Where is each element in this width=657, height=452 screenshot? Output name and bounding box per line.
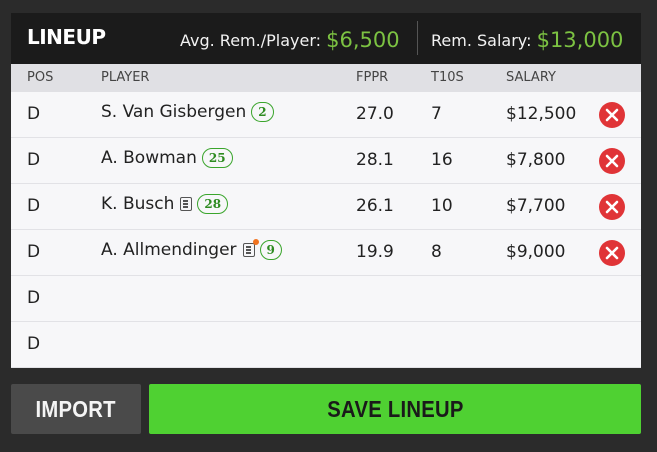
column-headers: POS PLAYER FPPR T10S SALARY: [11, 64, 641, 92]
lineup-row: D S. Van Gisbergen 2 27.0 7 $12,500: [11, 92, 641, 138]
lineup-row: D: [11, 322, 641, 368]
remaining-salary: Rem. Salary: $13,000: [431, 27, 624, 52]
row-salary: $7,800: [506, 150, 566, 170]
lineup-panel: LINEUP Avg. Rem./Player: $6,500 Rem. Sal…: [11, 13, 641, 368]
column-header-salary: SALARY: [506, 70, 556, 85]
car-number-badge: 28: [197, 194, 229, 214]
column-header-t10s: T10S: [431, 70, 464, 85]
row-position: D: [27, 334, 41, 354]
news-icon[interactable]: [180, 197, 193, 211]
row-salary: $12,500: [506, 104, 577, 124]
lineup-row: D K. Busch 28 26.1 10 $7,700: [11, 184, 641, 230]
save-lineup-button[interactable]: SAVE LINEUP: [149, 384, 641, 434]
player-name[interactable]: K. Busch: [101, 194, 174, 214]
row-position: D: [27, 150, 41, 170]
row-player[interactable]: A. Bowman 25: [101, 148, 233, 168]
lineup-row: D A. Allmendinger 9 19.9 8 $9,000: [11, 230, 641, 276]
save-lineup-button-label: SAVE LINEUP: [326, 395, 464, 422]
avg-remaining-value: $6,500: [326, 28, 400, 52]
car-number-badge: 25: [201, 148, 233, 168]
player-name[interactable]: A. Bowman: [101, 148, 197, 168]
row-position: D: [27, 104, 41, 124]
row-player[interactable]: K. Busch 28: [101, 194, 229, 214]
row-fppr: 26.1: [356, 196, 394, 216]
column-header-fppr: FPPR: [356, 70, 389, 85]
lineup-title: LINEUP: [27, 25, 106, 49]
news-alert-dot-icon: [252, 239, 259, 245]
remaining-salary-value: $13,000: [536, 28, 624, 52]
remove-player-icon[interactable]: [599, 102, 625, 128]
row-player[interactable]: A. Allmendinger 9: [101, 239, 282, 260]
remaining-salary-label: Rem. Salary:: [431, 31, 532, 50]
avg-remaining-per-player: Avg. Rem./Player: $6,500: [180, 27, 400, 52]
row-player[interactable]: S. Van Gisbergen 2: [101, 102, 274, 122]
lineup-header: LINEUP Avg. Rem./Player: $6,500 Rem. Sal…: [11, 13, 641, 64]
player-name[interactable]: A. Allmendinger: [101, 240, 237, 260]
header-divider: [417, 21, 418, 55]
import-button[interactable]: IMPORT: [11, 384, 141, 434]
remove-player-icon[interactable]: [599, 194, 625, 220]
import-button-label: IMPORT: [35, 395, 117, 422]
player-name[interactable]: S. Van Gisbergen: [101, 102, 246, 122]
news-icon[interactable]: [242, 239, 259, 257]
lineup-row: D A. Bowman 25 28.1 16 $7,800: [11, 138, 641, 184]
remove-player-icon[interactable]: [599, 148, 625, 174]
remove-player-icon[interactable]: [599, 240, 625, 266]
row-position: D: [27, 196, 41, 216]
row-t10s: 7: [431, 104, 442, 124]
column-header-pos: POS: [27, 70, 54, 85]
row-position: D: [27, 288, 41, 308]
row-salary: $7,700: [506, 196, 566, 216]
avg-remaining-label: Avg. Rem./Player:: [180, 31, 322, 50]
row-fppr: 19.9: [356, 242, 394, 262]
lineup-row: D: [11, 276, 641, 322]
row-fppr: 28.1: [356, 150, 394, 170]
row-t10s: 16: [431, 150, 453, 170]
row-t10s: 8: [431, 242, 442, 262]
lineup-rows: D S. Van Gisbergen 2 27.0 7 $12,500 D A. Bowman…: [11, 92, 641, 368]
car-number-badge: 9: [259, 240, 282, 260]
row-t10s: 10: [431, 196, 453, 216]
row-position: D: [27, 242, 41, 262]
column-header-player: PLAYER: [101, 70, 150, 85]
car-number-badge: 2: [251, 102, 274, 122]
row-fppr: 27.0: [356, 104, 394, 124]
row-salary: $9,000: [506, 242, 566, 262]
